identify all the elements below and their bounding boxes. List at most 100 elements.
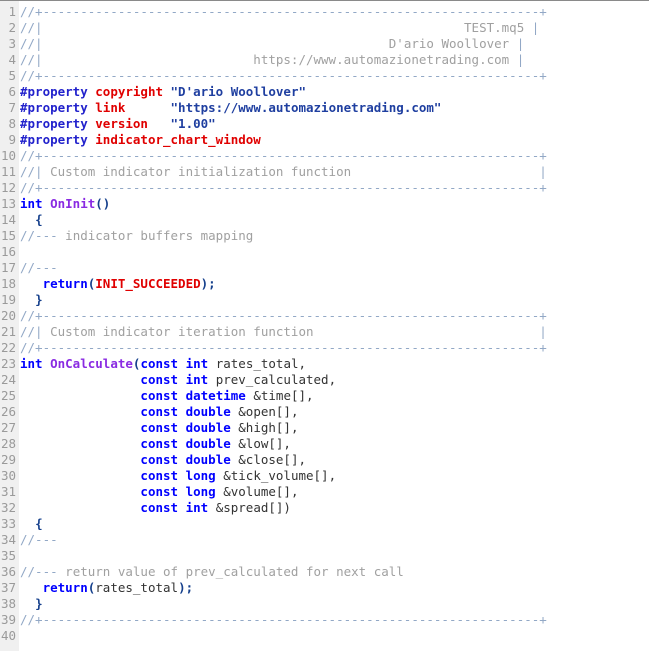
code-line[interactable]: 39//+-----------------------------------… (0, 612, 649, 628)
code-line[interactable]: 29 const double &close[], (0, 452, 649, 468)
token-kw: return (42, 580, 88, 595)
token-cmt: https://www.automazionetrading.com (253, 52, 510, 67)
code-line-text[interactable]: //--- indicator buffers mapping (19, 228, 253, 244)
code-line[interactable]: 14 { (0, 212, 649, 228)
code-line-text[interactable]: { (19, 516, 43, 532)
line-number: 18 (0, 276, 16, 291)
code-line[interactable]: 32 const int &spread[]) (0, 500, 649, 516)
code-line-text[interactable]: const datetime &time[], (19, 388, 313, 404)
code-line-text[interactable]: int OnCalculate(const int rates_total, (19, 356, 306, 372)
code-line[interactable]: 26 const double &open[], (0, 404, 649, 420)
code-line-text[interactable]: //+-------------------------------------… (19, 4, 547, 20)
code-line-text[interactable]: //+-------------------------------------… (19, 612, 547, 628)
code-line[interactable]: 30 const long &tick_volume[], (0, 468, 649, 484)
code-line[interactable]: 5//+------------------------------------… (0, 68, 649, 84)
code-line[interactable]: 16 (0, 244, 649, 260)
code-line-text[interactable]: int OnInit() (19, 196, 110, 212)
code-line-text[interactable]: { (19, 212, 43, 228)
code-line[interactable]: 22//+-----------------------------------… (0, 340, 649, 356)
code-line-text[interactable]: #property copyright "D'ario Woollover" (19, 84, 306, 100)
code-line[interactable]: 17 //--- (0, 260, 649, 276)
code-line[interactable]: 9 #property indicator_chart_window (0, 132, 649, 148)
code-line[interactable]: 2//| TEST.mq5 | (0, 20, 649, 36)
code-line[interactable]: 20//+-----------------------------------… (0, 308, 649, 324)
code-line[interactable]: 4//| https://www.automazionetrading.com … (0, 52, 649, 68)
code-area[interactable]: 1//+------------------------------------… (0, 1, 649, 644)
code-line[interactable]: 34 //--- (0, 532, 649, 548)
code-line-text[interactable]: //| TEST.mq5 | (19, 20, 539, 36)
code-line[interactable]: 7 #property link "https://www.automazione… (0, 100, 649, 116)
code-line-text[interactable]: return(INIT_SUCCEEDED); (19, 276, 216, 292)
code-line[interactable]: 24 const int prev_calculated, (0, 372, 649, 388)
code-line[interactable]: 23 int OnCalculate(const int rates_total, (0, 356, 649, 372)
token-cmtmark: //+ (20, 68, 43, 83)
code-line[interactable]: 36//--- return value of prev_calculated … (0, 564, 649, 580)
token-cmt (509, 52, 517, 67)
token-cmtmark: //--- (20, 532, 58, 547)
code-line-text[interactable]: const long &volume[], (19, 484, 298, 500)
token-cmt (43, 52, 254, 67)
code-line[interactable]: 6 #property copyright "D'ario Woollover" (0, 84, 649, 100)
code-line-text[interactable]: #property link "https://www.automazionet… (19, 100, 441, 116)
code-line-text[interactable]: const int prev_calculated, (19, 372, 336, 388)
code-line[interactable]: 38 } (0, 596, 649, 612)
code-line-text[interactable]: const double &high[], (19, 420, 298, 436)
code-line-text[interactable]: //| Custom indicator iteration function … (19, 324, 547, 340)
code-line[interactable]: 3//| D'ario Woollover | (0, 36, 649, 52)
code-line-text[interactable]: //+-------------------------------------… (19, 180, 547, 196)
token-propname: link (95, 100, 126, 115)
code-line[interactable]: 19 } (0, 292, 649, 308)
code-line-text[interactable]: //+-------------------------------------… (19, 68, 547, 84)
line-number: 4 (8, 52, 16, 67)
code-editor[interactable]: 1//+------------------------------------… (0, 0, 649, 651)
code-line[interactable]: 25 const datetime &time[], (0, 388, 649, 404)
code-line[interactable]: 28 const double &low[], (0, 436, 649, 452)
token-punct: ); (178, 580, 194, 595)
code-line-text[interactable]: const double &low[], (19, 436, 291, 452)
code-line-text[interactable]: //| https://www.automazionetrading.com | (19, 52, 524, 68)
code-line[interactable]: 15//--- indicator buffers mapping (0, 228, 649, 244)
code-line[interactable]: 31 const long &volume[], (0, 484, 649, 500)
token-cmt (524, 20, 532, 35)
token-propname: indicator_chart_window (95, 132, 261, 147)
code-line[interactable]: 12//+-----------------------------------… (0, 180, 649, 196)
code-line-text[interactable]: //--- return value of prev_calculated fo… (19, 564, 404, 580)
code-line-text[interactable]: const int &spread[]) (19, 500, 291, 516)
code-line-text[interactable]: #property version "1.00" (19, 116, 216, 132)
code-line-text[interactable]: //| D'ario Woollover | (19, 36, 524, 52)
token-prop: #property (20, 116, 88, 131)
code-line-text[interactable]: //+-------------------------------------… (19, 308, 547, 324)
code-line-text[interactable]: //+-------------------------------------… (19, 340, 547, 356)
token-cmtmark: //+ (20, 4, 43, 19)
code-line-text[interactable]: const double &open[], (19, 404, 298, 420)
code-line[interactable]: 13 int OnInit() (0, 196, 649, 212)
code-line[interactable]: 33 { (0, 516, 649, 532)
code-line-text[interactable]: return(rates_total); (19, 580, 194, 596)
code-line[interactable]: 18 return(INIT_SUCCEEDED); (0, 276, 649, 292)
code-line[interactable]: 27 const double &high[], (0, 420, 649, 436)
code-line[interactable]: 8 #property version "1.00" (0, 116, 649, 132)
code-line[interactable]: 21//| Custom indicator iteration functio… (0, 324, 649, 340)
code-line-text[interactable]: //--- (19, 260, 58, 276)
code-line-text[interactable]: //| Custom indicator initialization func… (19, 164, 547, 180)
code-line-text[interactable]: } (19, 292, 43, 308)
code-line-text[interactable]: } (19, 596, 43, 612)
token-cmtmark: //| (20, 324, 43, 339)
line-number: 12 (0, 180, 16, 195)
code-line-text[interactable]: const long &tick_volume[], (19, 468, 336, 484)
line-number: 7 (8, 100, 16, 115)
code-line-text[interactable]: #property indicator_chart_window (19, 132, 261, 148)
code-line[interactable]: 37 return(rates_total); (0, 580, 649, 596)
token-str: "1.00" (170, 116, 216, 131)
code-line[interactable]: 11//| Custom indicator initialization fu… (0, 164, 649, 180)
code-line[interactable]: 10//+-----------------------------------… (0, 148, 649, 164)
code-line-text[interactable]: //--- (19, 532, 58, 548)
code-line-text[interactable]: //+-------------------------------------… (19, 148, 547, 164)
code-line[interactable]: 1//+------------------------------------… (0, 4, 649, 20)
token-cmtmark: | (539, 164, 547, 179)
code-line[interactable]: 35 (0, 548, 649, 564)
code-line-text[interactable]: const double &close[], (19, 452, 306, 468)
code-line[interactable]: 40 (0, 628, 649, 644)
